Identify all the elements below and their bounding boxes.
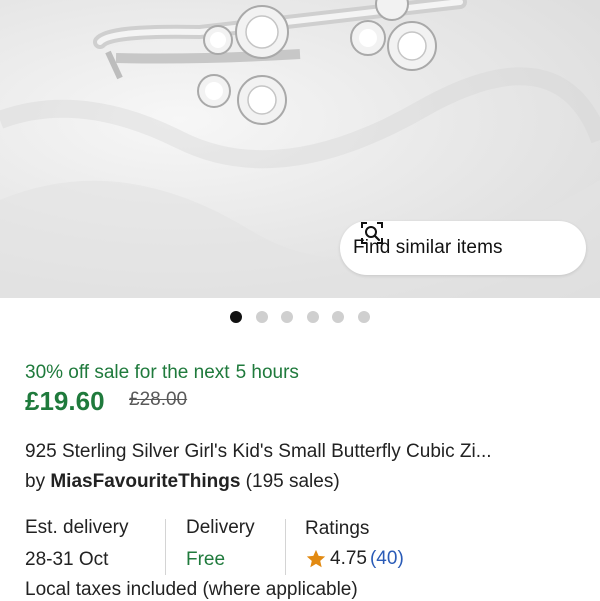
taxes-note: Local taxes included (where applicable) bbox=[25, 579, 358, 600]
gallery-dot[interactable] bbox=[230, 311, 242, 323]
ratings-label: Ratings bbox=[305, 518, 370, 539]
delivery-label: Delivery bbox=[186, 517, 255, 538]
gallery-pagination[interactable] bbox=[0, 311, 600, 325]
shop-name-link[interactable]: MiasFavouriteThings bbox=[50, 471, 240, 492]
original-price: £28.00 bbox=[129, 389, 188, 410]
divider bbox=[285, 519, 286, 575]
rating-count-link[interactable]: (40) bbox=[370, 548, 404, 570]
sale-banner: 30% off sale for the next 5 hours bbox=[25, 362, 299, 384]
current-price: £19.60 bbox=[25, 386, 105, 416]
ratings-info[interactable]: Ratings 4.75 (40) bbox=[305, 518, 404, 578]
est-delivery-value: 28-31 Oct bbox=[25, 549, 109, 570]
rating-summary[interactable]: 4.75 (40) bbox=[305, 548, 404, 570]
visual-search-icon bbox=[361, 222, 383, 244]
gallery-dot[interactable] bbox=[256, 311, 268, 323]
gallery-dot[interactable] bbox=[358, 311, 370, 323]
gallery-dot[interactable] bbox=[332, 311, 344, 323]
sale-text: 30% off sale for the next bbox=[25, 362, 230, 383]
sale-hours: 5 hours bbox=[235, 362, 299, 383]
delivery-info: Delivery Free bbox=[186, 517, 255, 577]
find-similar-button[interactable]: Find similar items bbox=[340, 221, 586, 275]
by-label: by bbox=[25, 471, 46, 492]
shop-sales-count: (195 sales) bbox=[245, 471, 340, 492]
gallery-dot[interactable] bbox=[307, 311, 319, 323]
product-image[interactable]: Find similar items bbox=[0, 0, 600, 298]
shop-byline: by MiasFavouriteThings (195 sales) bbox=[25, 471, 340, 493]
est-delivery-label: Est. delivery bbox=[25, 517, 129, 538]
gallery-dot[interactable] bbox=[281, 311, 293, 323]
delivery-value: Free bbox=[186, 549, 226, 570]
rating-value: 4.75 bbox=[330, 548, 367, 569]
listing-title[interactable]: 925 Sterling Silver Girl's Kid's Small B… bbox=[25, 441, 585, 463]
est-delivery-info: Est. delivery 28-31 Oct bbox=[25, 517, 128, 577]
divider bbox=[165, 519, 166, 575]
star-icon bbox=[306, 549, 326, 568]
